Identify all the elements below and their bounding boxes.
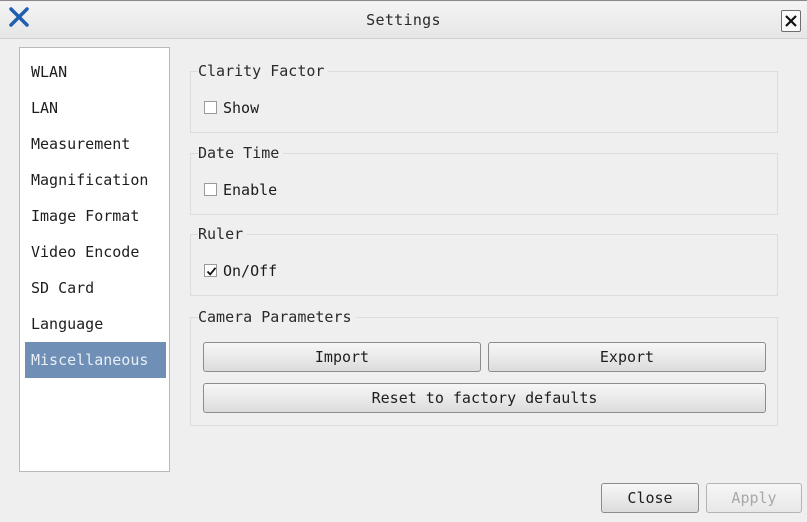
- export-button[interactable]: Export: [488, 342, 766, 372]
- ruler-title: Ruler: [198, 225, 248, 243]
- ruler-on-off-label: On/Off: [223, 262, 278, 280]
- sidebar-item-miscellaneous[interactable]: Miscellaneous: [25, 342, 166, 378]
- sidebar-item-lan[interactable]: LAN: [25, 90, 166, 126]
- ruler-group: [190, 234, 778, 296]
- window-title: Settings: [366, 11, 441, 29]
- title-bar[interactable]: Settings: [0, 2, 807, 39]
- settings-window: Settings WLAN LAN Measurement Magnificat…: [0, 0, 807, 522]
- sidebar-item-video-encode[interactable]: Video Encode: [25, 234, 166, 270]
- date-time-title: Date Time: [198, 144, 284, 162]
- sidebar-item-sd-card[interactable]: SD Card: [25, 270, 166, 306]
- import-button[interactable]: Import: [203, 342, 481, 372]
- checkmark-icon: [206, 267, 217, 276]
- sidebar-item-measurement[interactable]: Measurement: [25, 126, 166, 162]
- camera-parameters-title: Camera Parameters: [198, 308, 356, 326]
- window-close-button[interactable]: [781, 10, 801, 32]
- sidebar-item-language[interactable]: Language: [25, 306, 166, 342]
- close-icon: [785, 15, 797, 27]
- close-button[interactable]: Close: [601, 483, 699, 513]
- sidebar-item-magnification[interactable]: Magnification: [25, 162, 166, 198]
- clarity-factor-title: Clarity Factor: [198, 62, 329, 80]
- date-time-enable-label: Enable: [223, 181, 278, 199]
- reset-factory-defaults-button[interactable]: Reset to factory defaults: [203, 383, 766, 413]
- ruler-on-off-checkbox[interactable]: [204, 264, 217, 277]
- settings-category-list: WLAN LAN Measurement Magnification Image…: [19, 47, 170, 472]
- date-time-group: [190, 153, 778, 215]
- apply-button[interactable]: Apply: [706, 483, 802, 513]
- clarity-show-checkbox[interactable]: [204, 101, 217, 114]
- sidebar-item-wlan[interactable]: WLAN: [25, 54, 166, 90]
- sidebar-item-image-format[interactable]: Image Format: [25, 198, 166, 234]
- date-time-enable-checkbox[interactable]: [204, 183, 217, 196]
- clarity-factor-group: [190, 71, 778, 133]
- clarity-show-label: Show: [223, 99, 260, 117]
